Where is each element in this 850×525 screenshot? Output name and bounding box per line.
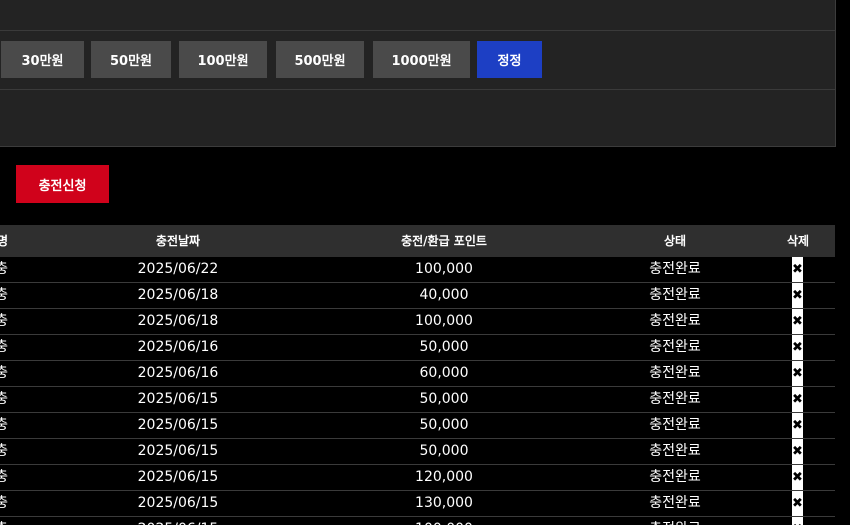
cell-status: 충전완료 [649, 391, 701, 407]
cell-date: 2025/06/15 [137, 469, 219, 485]
cell-date: 2025/06/18 [137, 313, 219, 329]
cell-point: 120,000 [415, 469, 473, 485]
cell-point: 60,000 [419, 365, 469, 381]
reset-button[interactable]: 정정 [477, 41, 542, 78]
cell-status: 충전완료 [649, 287, 701, 303]
header-status: 상태 [663, 234, 687, 248]
cell-name: 충 [0, 365, 8, 381]
header-date: 충전날짜 [155, 234, 201, 248]
delete-icon[interactable]: ✖ [792, 387, 803, 412]
cell-name: 충 [0, 339, 8, 355]
charge-apply-button[interactable]: 충전신청 [16, 165, 109, 203]
cell-point: 40,000 [419, 287, 469, 303]
table-row: 충 2025/06/22 100,000 충전완료 ✖ [0, 257, 835, 283]
cell-status: 충전완료 [649, 417, 701, 433]
table-row: 충 2025/06/18 40,000 충전완료 ✖ [0, 283, 835, 309]
cell-status: 충전완료 [649, 469, 701, 485]
amount-500-button[interactable]: 500만원 [276, 41, 364, 78]
cell-name: 충 [0, 443, 8, 459]
cell-status: 충전완료 [649, 365, 701, 381]
cell-date: 2025/06/15 [98, 517, 258, 525]
cell-point: 100,000 [415, 313, 473, 329]
table-row: 충 2025/06/15 120,000 충전완료 ✖ [0, 465, 835, 491]
charge-history-table: 명 충전날짜 충전/환급 포인트 상태 삭제 충 2025/06/22 100,00… [0, 225, 835, 525]
cell-point: 100,000 [364, 517, 524, 525]
delete-icon[interactable]: ✖ [792, 413, 803, 438]
cell-point: 100,000 [415, 261, 473, 277]
table-header: 명 충전날짜 충전/환급 포인트 상태 삭제 [0, 225, 835, 257]
delete-icon[interactable]: ✖ [792, 465, 803, 490]
cell-status: 충전완료 [649, 339, 701, 355]
delete-icon[interactable]: ✖ [792, 439, 803, 464]
cell-name: 충 [0, 417, 8, 433]
cell-name: 충 [0, 391, 8, 407]
amount-button-row: 30만원 50만원 100만원 500만원 1000만원 정정 [0, 30, 835, 90]
cell-name: 충 [0, 469, 8, 485]
cell-date: 2025/06/15 [137, 443, 219, 459]
cell-date: 2025/06/15 [137, 391, 219, 407]
table-row: 충 2025/06/16 50,000 충전완료 ✖ [0, 335, 835, 361]
cell-date: 2025/06/16 [137, 365, 219, 381]
table-row: 충 2025/06/16 60,000 충전완료 ✖ [0, 361, 835, 387]
cell-status: 충전완료 [649, 313, 701, 329]
cell-point: 50,000 [419, 417, 469, 433]
delete-icon[interactable]: ✖ [792, 335, 803, 360]
delete-icon[interactable]: ✖ [792, 361, 803, 386]
header-delete: 삭제 [786, 234, 810, 248]
delete-icon[interactable]: ✖ [792, 257, 803, 282]
cell-date: 2025/06/18 [137, 287, 219, 303]
cell-point: 50,000 [419, 443, 469, 459]
amount-100-button[interactable]: 100만원 [179, 41, 267, 78]
amount-1000-button[interactable]: 1000만원 [373, 41, 470, 78]
cell-name: 충 [0, 313, 8, 329]
table-row: 충 2025/06/15 50,000 충전완료 ✖ [0, 387, 835, 413]
cell-status: 충전완료 [649, 495, 701, 511]
cell-name: 충 [0, 261, 8, 277]
cell-name: 충 [0, 495, 8, 511]
cell-status: 충전완료 [595, 517, 755, 525]
table-row: 충 2025/06/18 100,000 충전완료 ✖ [0, 309, 835, 335]
amount-30-button[interactable]: 30만원 [1, 41, 84, 78]
header-name: 명 [0, 234, 8, 248]
delete-icon[interactable]: ✖ [792, 283, 803, 308]
table-row: 충 2025/06/15 100,000 충전완료 ✖ [0, 517, 835, 525]
cell-date: 2025/06/15 [137, 495, 219, 511]
table-row: 충 2025/06/15 50,000 충전완료 ✖ [0, 439, 835, 465]
delete-icon[interactable]: ✖ [792, 309, 803, 334]
delete-icon[interactable]: ✖ [792, 491, 803, 516]
cell-status: 충전완료 [649, 261, 701, 277]
header-point: 충전/환급 포인트 [401, 234, 487, 248]
cell-point: 130,000 [415, 495, 473, 511]
table-body: 충 2025/06/22 100,000 충전완료 ✖ 충 2025/06/18 40,000… [0, 257, 835, 525]
amount-50-button[interactable]: 50만원 [91, 41, 171, 78]
cell-name: 충 [0, 517, 8, 525]
delete-icon[interactable]: ✖ [792, 517, 803, 525]
cell-date: 2025/06/22 [137, 261, 219, 277]
cell-point: 50,000 [419, 339, 469, 355]
cell-status: 충전완료 [649, 443, 701, 459]
cell-date: 2025/06/15 [137, 417, 219, 433]
cell-date: 2025/06/16 [137, 339, 219, 355]
charge-page: 30만원 50만원 100만원 500만원 1000만원 정정 충전신청 명 충… [0, 0, 850, 525]
charge-form-panel: 30만원 50만원 100만원 500만원 1000만원 정정 [0, 0, 836, 147]
table-row: 충 2025/06/15 50,000 충전완료 ✖ [0, 413, 835, 439]
cell-point: 50,000 [419, 391, 469, 407]
cell-name: 충 [0, 287, 8, 303]
table-row: 충 2025/06/15 130,000 충전완료 ✖ [0, 491, 835, 517]
amount-input-row [0, 0, 835, 31]
